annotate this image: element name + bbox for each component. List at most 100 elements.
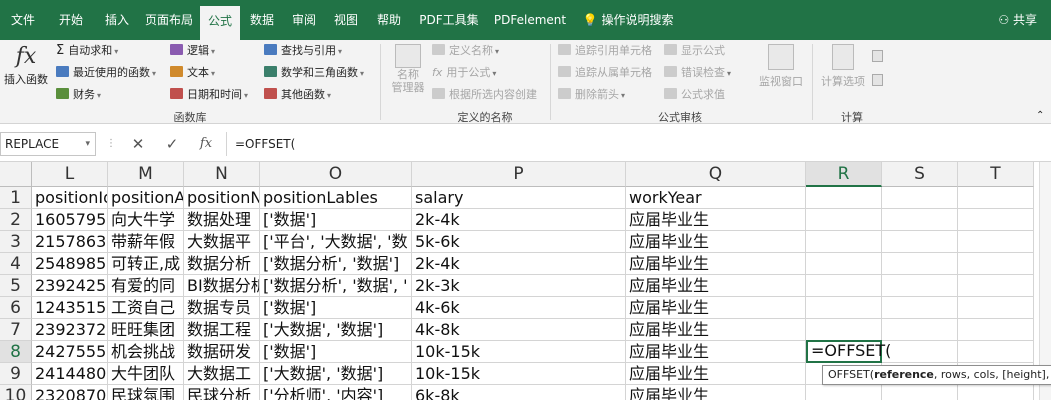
table-cell[interactable]: 4k-8k xyxy=(412,319,626,341)
table-cell[interactable]: 2427555 xyxy=(32,341,108,363)
tab-insert[interactable]: 插入 xyxy=(96,0,138,40)
lookup-reference-button[interactable]: 查找与引用 ▾ xyxy=(264,42,342,58)
table-cell[interactable]: 数据分析 xyxy=(184,253,260,275)
table-cell[interactable]: ['数据'] xyxy=(260,341,412,363)
table-cell[interactable]: 应届毕业生 xyxy=(626,363,806,385)
tab-page-layout[interactable]: 页面布局 xyxy=(138,0,200,40)
row-header[interactable]: 1 xyxy=(0,187,32,209)
tab-pdfelement[interactable]: PDFelement xyxy=(488,0,572,40)
active-cell[interactable]: =OFFSET( xyxy=(806,340,891,363)
table-cell[interactable]: positionAdvantage xyxy=(108,187,184,209)
autosum-button[interactable]: Σ 自动求和 ▾ xyxy=(56,42,118,58)
column-header-t[interactable]: T xyxy=(958,162,1034,187)
table-cell[interactable] xyxy=(958,341,1034,363)
table-cell[interactable]: positionName xyxy=(184,187,260,209)
tab-home[interactable]: 开始 xyxy=(46,0,96,40)
watch-window-button[interactable]: 监视窗口 xyxy=(752,44,810,89)
table-cell[interactable]: 旺旺集团 xyxy=(108,319,184,341)
table-cell[interactable]: 2392425 xyxy=(32,275,108,297)
table-cell[interactable]: ['数据分析', '数据'] xyxy=(260,253,412,275)
insert-function-button[interactable]: fx 插入函数 xyxy=(4,44,48,87)
table-cell[interactable]: 1243515 xyxy=(32,297,108,319)
table-cell[interactable] xyxy=(806,253,882,275)
table-cell[interactable]: 数据研发 xyxy=(184,341,260,363)
table-cell[interactable]: 应届毕业生 xyxy=(626,231,806,253)
table-cell[interactable]: 应届毕业生 xyxy=(626,209,806,231)
share-button[interactable]: ⚇ 共享 xyxy=(998,0,1037,40)
table-cell[interactable]: BI数据分析 xyxy=(184,275,260,297)
create-from-selection-button[interactable]: 根据所选内容创建 xyxy=(432,86,537,102)
table-cell[interactable]: 向大牛学 xyxy=(108,209,184,231)
drag-handle-icon[interactable]: ⋮ xyxy=(106,138,116,149)
table-cell[interactable] xyxy=(806,231,882,253)
table-cell[interactable]: 2392372 xyxy=(32,319,108,341)
table-cell[interactable]: ['分析师', '内容'] xyxy=(260,385,412,400)
table-cell[interactable] xyxy=(882,341,958,363)
logical-button[interactable]: 逻辑 ▾ xyxy=(170,42,215,58)
remove-arrows-button[interactable]: 删除箭头 ▾ xyxy=(558,86,625,102)
table-cell[interactable]: 大数据工 xyxy=(184,363,260,385)
cancel-button[interactable]: ✕ xyxy=(126,132,150,156)
datetime-button[interactable]: 日期和时间 ▾ xyxy=(170,86,248,102)
table-cell[interactable]: 应届毕业生 xyxy=(626,297,806,319)
table-cell[interactable]: 1605795 xyxy=(32,209,108,231)
table-cell[interactable]: 2k-3k xyxy=(412,275,626,297)
table-cell[interactable]: salary xyxy=(412,187,626,209)
table-cell[interactable]: 2414480 xyxy=(32,363,108,385)
table-cell[interactable]: 机会挑战 xyxy=(108,341,184,363)
tab-review[interactable]: 审阅 xyxy=(284,0,324,40)
trace-dependents-button[interactable]: 追踪从属单元格 xyxy=(558,64,652,80)
column-header-r[interactable]: R xyxy=(806,162,882,187)
tooltip-function-name[interactable]: OFFSET( xyxy=(828,368,874,381)
evaluate-formula-button[interactable]: 公式求值 xyxy=(664,86,725,102)
table-cell[interactable]: 工资自己 xyxy=(108,297,184,319)
column-header-s[interactable]: S xyxy=(882,162,958,187)
table-cell[interactable] xyxy=(806,209,882,231)
table-cell[interactable] xyxy=(882,319,958,341)
formula-input[interactable]: =OFFSET( xyxy=(226,132,1051,156)
table-cell[interactable]: 6k-8k xyxy=(412,385,626,400)
more-functions-button[interactable]: 其他函数 ▾ xyxy=(264,86,331,102)
table-cell[interactable]: 应届毕业生 xyxy=(626,385,806,400)
table-cell[interactable]: 数据处理 xyxy=(184,209,260,231)
table-cell[interactable]: ['大数据', '数据'] xyxy=(260,363,412,385)
column-header-n[interactable]: N xyxy=(184,162,260,187)
use-in-formula-button[interactable]: fx 用于公式 ▾ xyxy=(432,64,496,80)
table-cell[interactable]: ['数据'] xyxy=(260,209,412,231)
table-cell[interactable] xyxy=(958,297,1034,319)
table-cell[interactable]: 有爱的同 xyxy=(108,275,184,297)
table-cell[interactable] xyxy=(806,385,882,400)
table-cell[interactable]: 数据工程 xyxy=(184,319,260,341)
table-cell[interactable]: ['平台', '大数据', '数 xyxy=(260,231,412,253)
tab-help[interactable]: 帮助 xyxy=(368,0,410,40)
table-cell[interactable]: ['数据'] xyxy=(260,297,412,319)
table-cell[interactable]: 10k-15k xyxy=(412,341,626,363)
insert-function-fx-button[interactable]: fx xyxy=(194,132,218,156)
row-header[interactable]: 3 xyxy=(0,231,32,253)
row-header[interactable]: 4 xyxy=(0,253,32,275)
name-manager-button[interactable]: 名称 管理器 xyxy=(388,44,428,94)
select-all-corner[interactable] xyxy=(0,162,32,187)
table-cell[interactable] xyxy=(882,385,958,400)
table-cell[interactable]: 2k-4k xyxy=(412,253,626,275)
tab-formulas[interactable]: 公式 xyxy=(200,6,240,40)
table-cell[interactable] xyxy=(958,385,1034,400)
trace-precedents-button[interactable]: 追踪引用单元格 xyxy=(558,42,652,58)
table-cell[interactable]: 带薪年假 xyxy=(108,231,184,253)
table-cell[interactable]: 民球氛围 xyxy=(108,385,184,400)
table-cell[interactable] xyxy=(958,319,1034,341)
table-cell[interactable] xyxy=(958,231,1034,253)
table-cell[interactable] xyxy=(882,209,958,231)
tab-view[interactable]: 视图 xyxy=(324,0,368,40)
table-cell[interactable]: 可转正,成 xyxy=(108,253,184,275)
table-cell[interactable]: 大牛团队 xyxy=(108,363,184,385)
table-cell[interactable] xyxy=(806,275,882,297)
table-cell[interactable]: 大数据平 xyxy=(184,231,260,253)
table-cell[interactable] xyxy=(806,187,882,209)
tab-data[interactable]: 数据 xyxy=(240,0,284,40)
table-cell[interactable]: positionLables xyxy=(260,187,412,209)
column-header-o[interactable]: O xyxy=(260,162,412,187)
table-cell[interactable]: 民球分析 xyxy=(184,385,260,400)
financial-button[interactable]: 财务 ▾ xyxy=(56,86,101,102)
table-cell[interactable]: 应届毕业生 xyxy=(626,341,806,363)
